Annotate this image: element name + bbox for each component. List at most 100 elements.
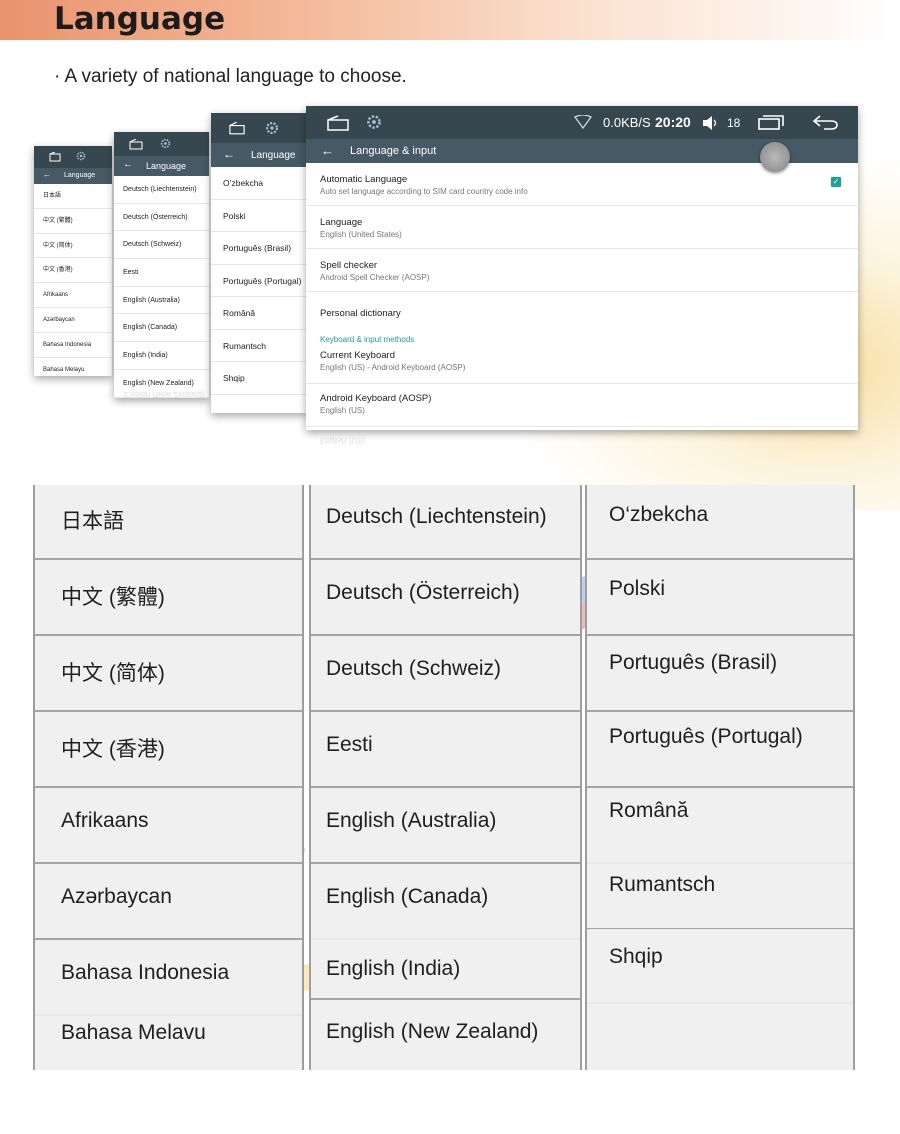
list-item[interactable]: Rumantsch bbox=[211, 330, 307, 362]
language-cell[interactable]: 中文 (繁體) bbox=[35, 561, 302, 636]
list-item[interactable]: Afrikaans bbox=[34, 283, 112, 308]
list-item[interactable]: 中文 (繁體) bbox=[34, 209, 112, 234]
settings-gear-icon[interactable] bbox=[76, 151, 86, 161]
back-arrow-icon[interactable]: ← bbox=[223, 147, 235, 161]
app-bar-title: Language bbox=[146, 161, 187, 171]
list-item[interactable]: 中文 (香港) bbox=[34, 258, 112, 284]
language-cell[interactable]: English (India) bbox=[311, 925, 580, 1000]
setting-title: Spell checker bbox=[320, 260, 378, 271]
list-item[interactable]: 日本語 bbox=[34, 184, 112, 209]
language-cell[interactable]: English (Australia) bbox=[311, 789, 580, 864]
list-item[interactable]: O’zbekcha bbox=[211, 167, 307, 200]
list-item[interactable]: Română bbox=[211, 297, 307, 330]
language-column-1: 日本語 中文 (繁體) 中文 (简体) 中文 (香港) Afrikaans Az… bbox=[33, 485, 304, 1070]
language-column-2: Deutsch (Liechtenstein) Deutsch (Österre… bbox=[309, 485, 582, 1070]
language-label: English (Canada) bbox=[326, 885, 489, 908]
language-cell[interactable]: 日本語 bbox=[35, 485, 302, 560]
back-arrow-icon[interactable]: ← bbox=[123, 159, 133, 170]
language-label: Eesti bbox=[326, 733, 373, 756]
language-cell[interactable]: O‘zbekcha bbox=[587, 485, 853, 560]
list-item[interactable]: Deutsch (Österreich) bbox=[114, 204, 209, 232]
language-label: Deutsch (Liechtenstein) bbox=[326, 505, 547, 528]
language-cell[interactable]: Bahasa Melavu bbox=[35, 995, 302, 1068]
setting-summary: English (US) bbox=[320, 406, 365, 415]
setting-title: Language bbox=[320, 217, 363, 228]
setting-summary: English (United States) bbox=[320, 230, 402, 239]
list-item[interactable]: English (Canada) bbox=[114, 314, 209, 343]
language-cell[interactable]: Rumantsch bbox=[587, 855, 853, 930]
list-item[interactable]: Deutsch (Schweiz) bbox=[114, 231, 209, 260]
language-label: 日本語 bbox=[61, 510, 124, 533]
list-item[interactable]: English (Australia) bbox=[114, 287, 209, 315]
settings-gear-icon[interactable] bbox=[265, 121, 279, 135]
language-cell[interactable]: Eesti bbox=[311, 713, 580, 788]
status-bar bbox=[34, 146, 112, 168]
list-item[interactable]: Bahasa Melayu bbox=[34, 358, 112, 376]
settings-gear-icon[interactable] bbox=[366, 114, 382, 130]
list-item[interactable]: Português (Portugal) bbox=[211, 265, 307, 297]
language-label: Română bbox=[609, 799, 689, 822]
screen-language-list-3: ← Language O’zbekcha Polski Português (B… bbox=[211, 113, 307, 413]
list-item[interactable]: Polski bbox=[211, 200, 307, 232]
setting-summary: Android Spell Checker (AOSP) bbox=[320, 273, 430, 282]
home-icon[interactable] bbox=[326, 115, 350, 131]
language-label: Português (Portugal) bbox=[609, 725, 803, 748]
language-cell[interactable]: Română bbox=[587, 789, 853, 864]
setting-title: Android Keyboard (AOSP) bbox=[320, 393, 432, 404]
setting-title: Current Keyboard bbox=[320, 350, 395, 361]
back-arrow-icon[interactable]: ← bbox=[321, 143, 334, 158]
language-cell[interactable]: Deutsch (Schweiz) bbox=[311, 637, 580, 712]
list-item[interactable]: Eesti bbox=[114, 259, 209, 287]
language-label: Azərbaycan bbox=[61, 885, 172, 908]
list-item[interactable]: 中文 (简体) bbox=[34, 234, 112, 259]
list-item[interactable]: Português (Brasil) bbox=[211, 232, 307, 265]
setting-spell-checker[interactable]: Spell checker Android Spell Checker (AOS… bbox=[306, 249, 858, 292]
language-cell[interactable]: Shqip bbox=[587, 929, 853, 1004]
language-label: Polski bbox=[609, 577, 666, 600]
language-cell[interactable]: Polski bbox=[587, 561, 853, 636]
setting-personal-dictionary[interactable]: Personal dictionary bbox=[306, 292, 858, 335]
setting-android-keyboard[interactable]: Android Keyboard (AOSP) English (US) bbox=[306, 384, 858, 427]
language-cell[interactable]: Azərbaycan bbox=[35, 865, 302, 940]
list-item[interactable]: Shqip bbox=[211, 362, 307, 395]
recent-apps-icon[interactable] bbox=[758, 115, 784, 130]
status-bar bbox=[114, 132, 209, 156]
page-subtitle: · A variety of national language to choo… bbox=[54, 66, 407, 87]
setting-current-keyboard[interactable]: Current Keyboard English (US) - Android … bbox=[306, 348, 858, 384]
language-label: Português (Brasil) bbox=[609, 651, 778, 674]
screen-language-list-2: ← Language Deutsch (Liechtenstein) Deuts… bbox=[114, 132, 209, 398]
language-label: 中文 (繁體) bbox=[61, 586, 165, 609]
language-cell[interactable]: 中文 (简体) bbox=[35, 637, 302, 712]
setting-summary: English (US) - Android Keyboard (AOSP) bbox=[320, 363, 466, 372]
header-banner: Language bbox=[0, 0, 900, 40]
language-cell[interactable]: Português (Brasil) bbox=[587, 637, 853, 712]
language-cell-empty bbox=[587, 1000, 853, 1068]
language-cell[interactable]: 中文 (香港) bbox=[35, 713, 302, 788]
volume-level: 18 bbox=[727, 116, 741, 130]
list-item[interactable]: English (India) bbox=[114, 342, 209, 370]
language-cell[interactable]: English (New Zealand) bbox=[311, 1000, 580, 1068]
language-cell[interactable]: Afrikaans bbox=[35, 789, 302, 864]
home-icon[interactable] bbox=[48, 152, 62, 162]
app-bar: ← Language bbox=[114, 156, 209, 176]
wifi-icon bbox=[574, 115, 592, 129]
list-item[interactable]: Deutsch (Liechtenstein) bbox=[114, 176, 209, 204]
list-item[interactable]: Bahasa Indonesia bbox=[34, 333, 112, 358]
page-title: Language bbox=[54, 1, 226, 37]
home-icon[interactable] bbox=[227, 122, 247, 135]
screen-language-list-1: ← Language 日本語 中文 (繁體) 中文 (简体) 中文 (香港) A… bbox=[34, 146, 112, 376]
language-label: Bahasa Indonesia bbox=[61, 961, 230, 984]
list-item[interactable]: Azərbaycan bbox=[34, 308, 112, 333]
setting-language[interactable]: Language English (United States) bbox=[306, 206, 858, 249]
language-cell[interactable]: Deutsch (Österreich) bbox=[311, 561, 580, 636]
volume-icon[interactable] bbox=[702, 116, 718, 130]
language-cell[interactable]: Português (Portugal) bbox=[587, 713, 853, 788]
back-arrow-icon[interactable]: ← bbox=[43, 170, 51, 179]
home-icon[interactable] bbox=[128, 139, 144, 150]
app-bar-title: Language & input bbox=[350, 145, 437, 157]
return-icon[interactable] bbox=[812, 114, 838, 130]
settings-gear-icon[interactable] bbox=[160, 138, 171, 149]
language-label: Rumantsch bbox=[609, 873, 716, 896]
language-cell[interactable]: Deutsch (Liechtenstein) bbox=[311, 485, 580, 560]
checkbox-checked-icon[interactable]: ✓ bbox=[831, 177, 841, 187]
